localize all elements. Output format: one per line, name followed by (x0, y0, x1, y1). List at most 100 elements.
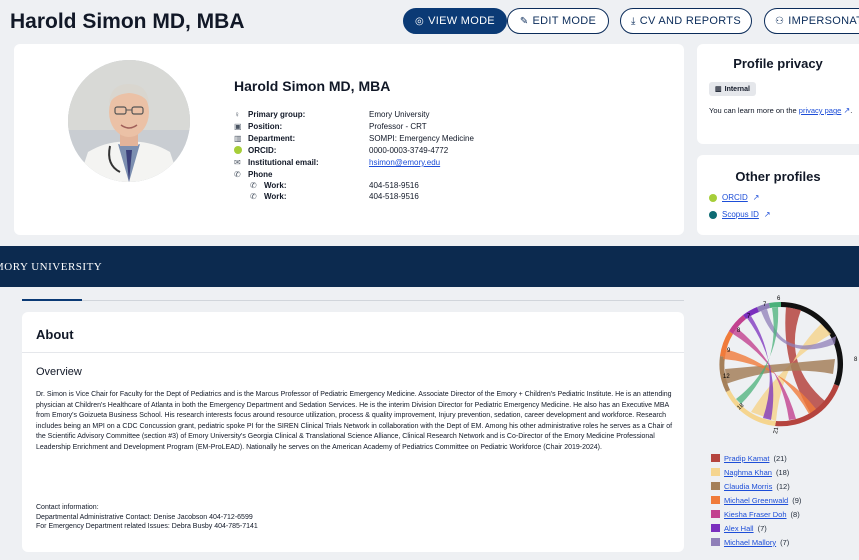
privacy-text-end: . (850, 106, 853, 115)
email-link[interactable]: hsimon@emory.edu (369, 158, 440, 167)
external-link-icon: ↗ (841, 106, 851, 115)
collaborator-link[interactable]: Pradip Kamat (724, 454, 769, 463)
field-work-phone: ✆ Work: 404-518-9516 (234, 192, 594, 203)
other-profiles-card: Other profiles ORCID ↗ Scopus ID ↗ (697, 155, 859, 235)
top-header: Harold Simon MD, MBA ◎ VIEW MODE ✎ EDIT … (0, 0, 859, 44)
mail-icon: ✉ (234, 158, 241, 167)
chord-arc (769, 301, 781, 308)
field-label: Work: (264, 181, 287, 190)
impersonate-button[interactable]: ⚇ IMPERSONAT (764, 8, 859, 34)
active-tab-indicator[interactable] (22, 299, 82, 301)
cv-and-reports-button[interactable]: ⤓ CV AND REPORTS (620, 8, 752, 34)
profile-name: Harold Simon MD, MBA (234, 78, 391, 94)
collaborator-link[interactable]: Kiesha Fraser Doh (724, 510, 787, 519)
field-value: SOMPI: Emergency Medicine (369, 134, 474, 143)
field-label: Position: (248, 122, 283, 131)
field-label: Phone (248, 170, 273, 179)
tab-track (82, 300, 684, 301)
privacy-card: Profile privacy ▥ Internal You can learn… (697, 44, 859, 144)
field-value: Emory University (369, 110, 430, 119)
about-card: About Overview Dr. Simon is Vice Chair f… (22, 312, 684, 552)
legend-swatch (711, 454, 720, 462)
collaborator-count: (21) (773, 453, 787, 463)
collaborator-link[interactable]: Michael Mallory (724, 538, 776, 547)
legend-item: Kiesha Fraser Doh (8) (711, 509, 800, 519)
about-heading: About (36, 327, 74, 342)
collaborator-count: (7) (757, 523, 767, 533)
view-mode-label: VIEW MODE (428, 15, 495, 27)
avatar (68, 60, 190, 182)
overview-heading: Overview (36, 366, 82, 378)
collaboration-chord-diagram: 8 21 18 12 9 8 7 7 6 (697, 292, 859, 442)
field-value: 404-518-9516 (369, 181, 419, 190)
field-department: ▥ Department: SOMPI: Emergency Medicine (234, 134, 594, 145)
legend-item: Claudia Morris (12) (711, 481, 790, 491)
collaborator-link[interactable]: Naghma Khan (724, 468, 772, 477)
legend-item: Naghma Khan (18) (711, 467, 789, 477)
orcid-icon (234, 146, 244, 156)
scopus-profile-row: Scopus ID ↗ (709, 210, 771, 219)
chord-label: 8 (854, 357, 858, 363)
collaborator-count: (7) (780, 537, 790, 547)
collaborator-link[interactable]: Alex Hall (724, 524, 754, 533)
field-orcid: ORCID: 0000-0003-3749-4772 (234, 146, 594, 157)
collaborator-count: (18) (775, 467, 790, 477)
legend-swatch (711, 482, 720, 490)
about-body: Dr. Simon is Vice Chair for Faculty for … (36, 391, 673, 451)
field-label: Work: (264, 192, 287, 201)
field-value: 0000-0003-3749-4772 (369, 146, 449, 155)
phone-icon: ✆ (250, 181, 257, 190)
avatar-photo (68, 60, 190, 182)
field-primary-group: ♀ Primary group: Emory University (234, 110, 594, 121)
collaborator-link[interactable]: Michael Greenwald (724, 496, 788, 505)
chord-label: 12 (723, 374, 730, 380)
university-banner: MORY UNIVERSITY (0, 246, 859, 287)
pencil-icon: ✎ (519, 15, 529, 27)
page-title: Harold Simon MD, MBA (10, 10, 245, 33)
profile-card: Harold Simon MD, MBA ♀ Primary group: Em… (14, 44, 684, 235)
impersonate-label: IMPERSONAT (788, 15, 859, 27)
scopus-profile-link[interactable]: Scopus ID (722, 210, 759, 219)
chord-label: 21 (773, 426, 780, 434)
privacy-tag-label: Internal (724, 85, 750, 93)
orcid-profile-link[interactable]: ORCID (722, 193, 748, 202)
id-badge-icon: ▣ (234, 122, 242, 131)
university-name: MORY UNIVERSITY (0, 261, 103, 273)
field-value: 404-518-9516 (369, 192, 419, 201)
edit-mode-button[interactable]: ✎ EDIT MODE (507, 8, 609, 34)
divider (22, 352, 684, 353)
privacy-text: You can learn more on the privacy page ↗… (709, 106, 859, 116)
users-icon: ⚇ (775, 15, 785, 27)
external-link-icon: ↗ (752, 193, 760, 202)
field-phone: ✆ Phone (234, 170, 594, 181)
legend-swatch (711, 468, 720, 476)
field-label: ORCID: (248, 146, 277, 155)
collaborator-count: (8) (790, 509, 800, 519)
eye-icon: ◎ (415, 15, 425, 27)
building-icon: ▥ (715, 86, 722, 93)
legend-swatch (711, 496, 720, 504)
scopus-icon (709, 210, 717, 219)
field-value: Professor - CRT (369, 122, 427, 131)
field-work-phone: ✆ Work: 404-518-9516 (234, 181, 594, 192)
privacy-page-link[interactable]: privacy page (799, 106, 842, 115)
privacy-tag: ▥ Internal (709, 82, 756, 96)
collaborator-count: (9) (792, 495, 802, 505)
contact-heading: Contact information: (36, 504, 99, 511)
view-mode-button[interactable]: ◎ VIEW MODE (403, 8, 507, 34)
collaborator-count: (12) (776, 481, 790, 491)
legend-item: Michael Mallory (7) (711, 537, 789, 547)
legend-item: Michael Greenwald (9) (711, 495, 801, 505)
download-icon: ⤓ (631, 15, 636, 27)
legend-item: Alex Hall (7) (711, 523, 767, 533)
orcid-icon (709, 193, 717, 202)
other-profiles-title: Other profiles (735, 169, 821, 184)
legend-swatch (711, 524, 720, 532)
legend-item: Pradip Kamat (21) (711, 453, 787, 463)
contact-line: Departmental Administrative Contact: Den… (36, 513, 253, 521)
cv-and-reports-label: CV AND REPORTS (639, 15, 741, 27)
field-label: Institutional email: (248, 158, 319, 167)
external-link-icon: ↗ (763, 210, 771, 219)
building-icon: ▥ (234, 134, 242, 143)
collaborator-link[interactable]: Claudia Morris (724, 482, 772, 491)
